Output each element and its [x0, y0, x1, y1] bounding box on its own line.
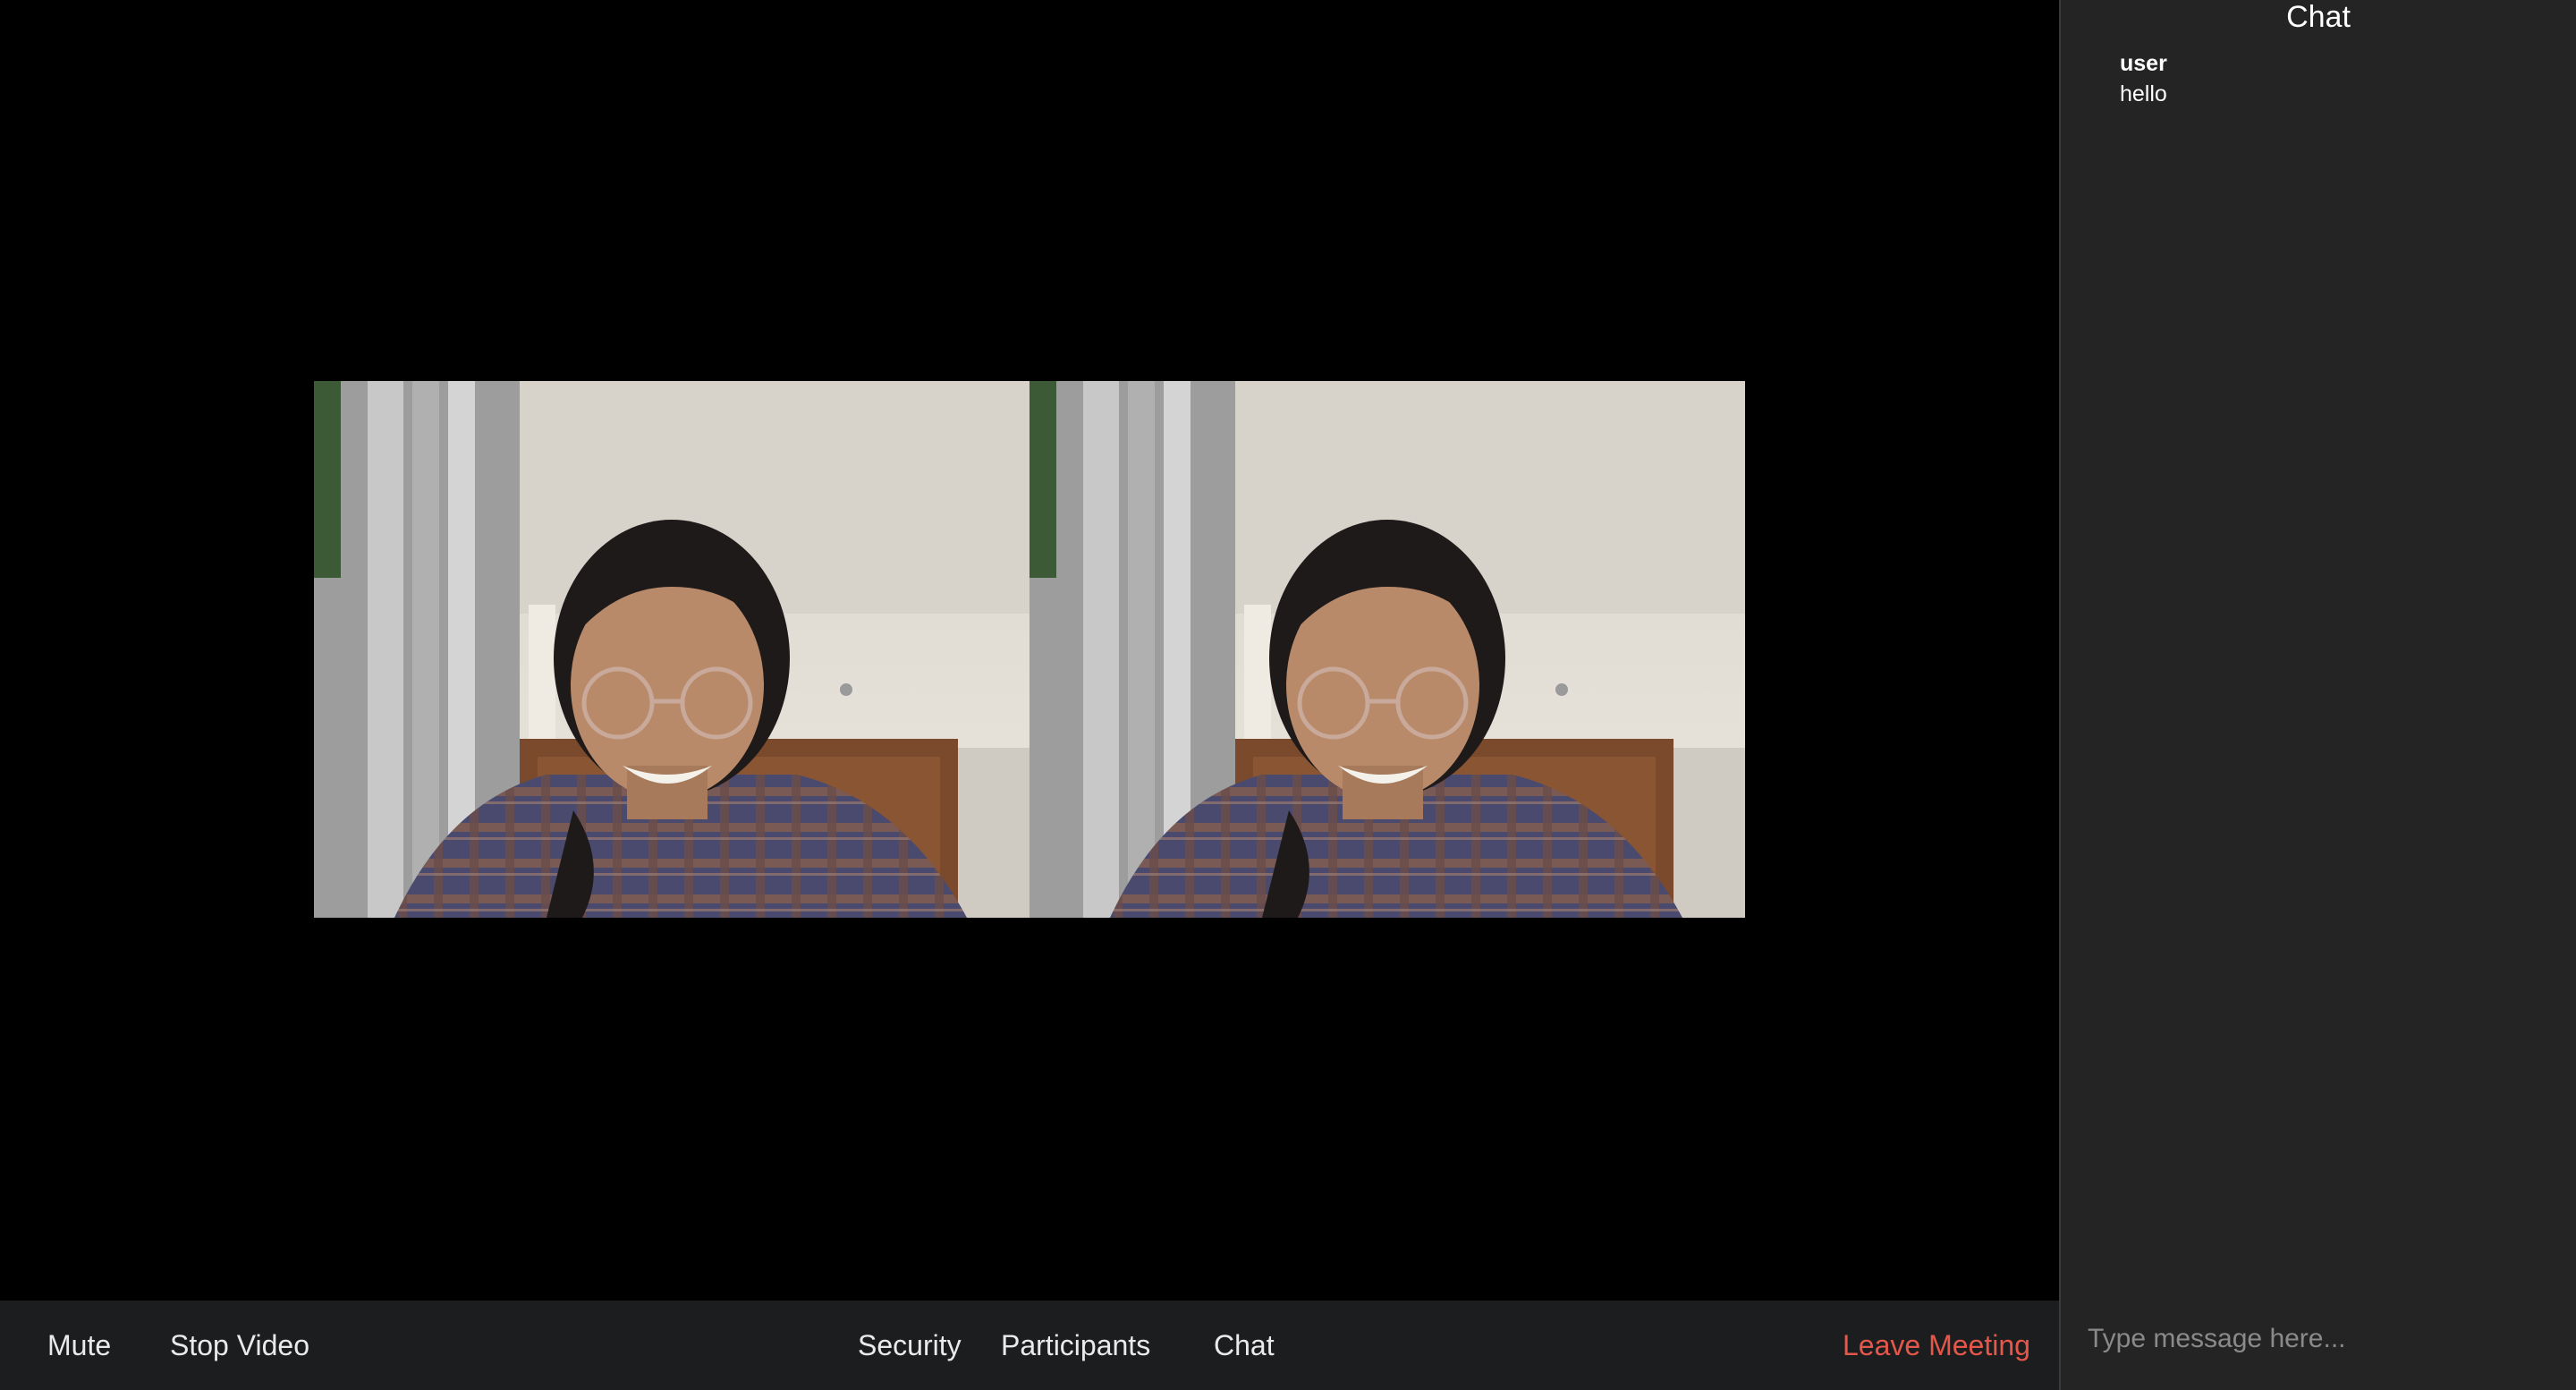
chat-message-input[interactable] — [2061, 1288, 2576, 1390]
chat-title: Chat — [2286, 0, 2351, 34]
chat-message-text: hello — [2120, 81, 2167, 106]
participants-button[interactable]: Participants — [1001, 1301, 1150, 1390]
meeting-app: Mute Stop Video Security Participants Ch… — [0, 0, 2576, 1390]
chat-message-sender: user — [2120, 51, 2167, 76]
leave-meeting-button[interactable]: Leave Meeting — [1843, 1301, 2030, 1390]
video-area: Mute Stop Video Security Participants Ch… — [0, 0, 2059, 1390]
mute-button[interactable]: Mute — [47, 1301, 111, 1390]
participant-video-1[interactable] — [314, 381, 1030, 918]
chat-message-list: user hello — [2120, 48, 2549, 109]
chat-button[interactable]: Chat — [1214, 1301, 1275, 1390]
chat-panel: Chat user hello — [2059, 0, 2576, 1390]
video-grid — [314, 381, 1745, 918]
chat-message: user hello — [2120, 48, 2549, 109]
stop-video-button[interactable]: Stop Video — [170, 1301, 309, 1390]
participant-video-2[interactable] — [1030, 381, 1745, 918]
security-button[interactable]: Security — [858, 1301, 962, 1390]
meeting-toolbar: Mute Stop Video Security Participants Ch… — [0, 1301, 2059, 1390]
